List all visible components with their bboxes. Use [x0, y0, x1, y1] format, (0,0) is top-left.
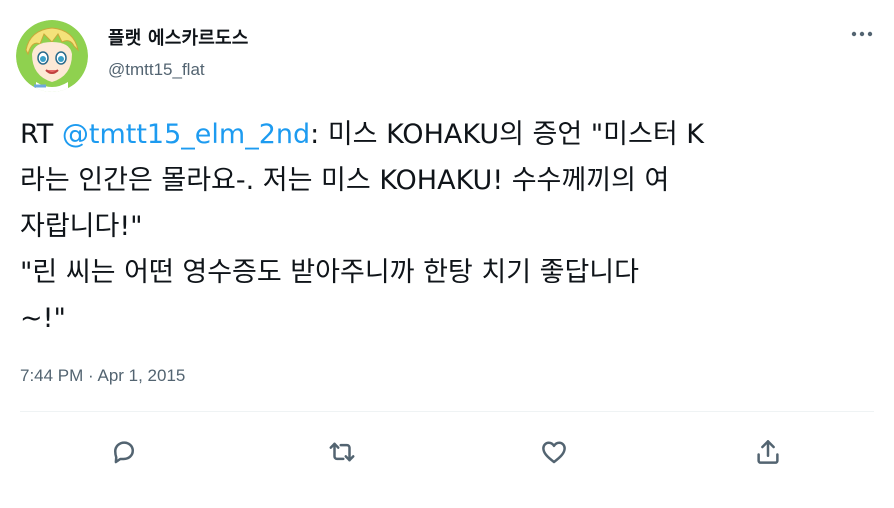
author-handle[interactable]: @tmtt15_flat: [108, 60, 205, 80]
retweet-prefix: RT: [20, 119, 62, 150]
reply-button[interactable]: [106, 434, 142, 470]
tweet-timestamp[interactable]: 7:44 PM · Apr 1, 2015: [20, 366, 185, 386]
tweet-line: "린 씨는 어떤 영수증도 받아주니까 한탕 치기 좋답니다: [20, 257, 639, 288]
tweet-line: RT @tmtt15_elm_2nd: 미스 KOHAKU의 증언 "미스터 K: [20, 112, 880, 158]
tweet-line-text: : 미스 KOHAKU의 증언 "미스터 K: [310, 119, 704, 150]
more-dots-icon: [851, 31, 873, 37]
divider: [20, 411, 874, 412]
retweet-button[interactable]: [324, 434, 360, 470]
share-button[interactable]: [750, 434, 786, 470]
like-icon: [542, 441, 566, 464]
like-button[interactable]: [536, 434, 572, 470]
mention-link[interactable]: @tmtt15_elm_2nd: [62, 119, 310, 150]
more-options-button[interactable]: [842, 20, 882, 48]
author-display-name[interactable]: 플랫 에스카르도스: [108, 24, 249, 50]
tweet-line: ~!": [20, 303, 66, 334]
tweet-line: 자랍니다!": [20, 211, 143, 242]
share-icon: [757, 440, 779, 464]
retweet-icon: [329, 442, 355, 462]
reply-icon: [114, 441, 134, 464]
tweet-line: 라는 인간은 몰라요-. 저는 미스 KOHAKU! 수수께끼의 여: [20, 165, 670, 196]
tweet-text: RT @tmtt15_elm_2nd: 미스 KOHAKU의 증언 "미스터 K…: [20, 112, 880, 342]
avatar[interactable]: [16, 20, 88, 92]
avatar-image: [16, 20, 88, 92]
